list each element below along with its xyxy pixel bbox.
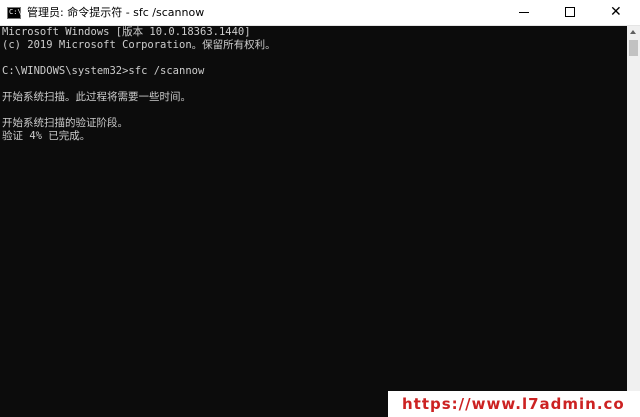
close-button[interactable]: ✕ xyxy=(594,0,640,25)
minimize-icon xyxy=(519,12,529,13)
console-output[interactable]: Microsoft Windows [版本 10.0.18363.1440] (… xyxy=(0,26,627,417)
console-line: 开始系统扫描。此过程将需要一些时间。 xyxy=(2,91,191,103)
maximize-button[interactable] xyxy=(547,0,593,25)
watermark-text: https://www.l7admin.co xyxy=(402,395,625,413)
close-icon: ✕ xyxy=(610,4,622,20)
cmd-icon-prompt: C:\ xyxy=(9,8,22,16)
console-line: C:\WINDOWS\system32>sfc /scannow xyxy=(2,65,205,77)
arrow-up-icon xyxy=(630,30,636,34)
window-title: 管理员: 命令提示符 - sfc /scannow xyxy=(27,6,205,19)
cmd-icon[interactable]: C:\ xyxy=(7,7,22,19)
vertical-scrollbar[interactable] xyxy=(627,26,640,417)
maximize-icon xyxy=(565,7,575,17)
title-bar[interactable]: C:\ 管理员: 命令提示符 - sfc /scannow ✕ xyxy=(0,0,640,26)
minimize-button[interactable] xyxy=(501,0,547,25)
console-line: Microsoft Windows [版本 10.0.18363.1440] xyxy=(2,26,251,38)
console-line: (c) 2019 Microsoft Corporation。保留所有权利。 xyxy=(2,39,276,51)
console-line: 开始系统扫描的验证阶段。 xyxy=(2,117,128,129)
command-prompt-window: C:\ 管理员: 命令提示符 - sfc /scannow ✕ Microsof… xyxy=(0,0,640,417)
scroll-up-button[interactable] xyxy=(627,26,640,39)
watermark: https://www.l7admin.co xyxy=(388,391,640,417)
scroll-thumb[interactable] xyxy=(629,40,638,56)
console-line: 验证 4% 已完成。 xyxy=(2,130,91,142)
